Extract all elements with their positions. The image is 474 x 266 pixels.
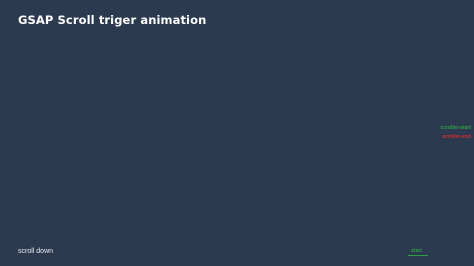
scroller-end-marker: scroller-end — [442, 134, 471, 140]
start-marker: start — [411, 248, 422, 254]
start-marker-line — [408, 255, 428, 256]
page-title: GSAP Scroll triger animation — [18, 13, 207, 27]
scroll-down-hint: scroll down — [18, 248, 54, 255]
scroller-start-marker: scroller-start — [440, 125, 471, 131]
